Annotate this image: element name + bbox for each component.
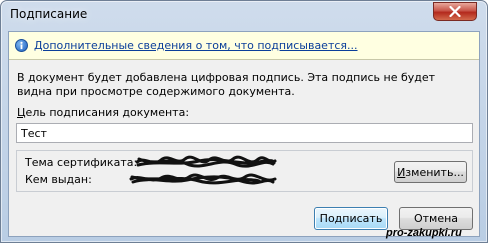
certificate-issuer-label: Кем выдан: [25, 173, 92, 186]
purpose-input[interactable] [16, 123, 473, 143]
purpose-label-text: ель подписания документа: [25, 106, 190, 119]
certificate-subject-label: Тема сертификата: [25, 156, 138, 169]
purpose-label: Цель подписания документа: [17, 106, 189, 119]
close-x-icon [449, 6, 461, 17]
purpose-label-accel: Ц [17, 106, 26, 119]
change-button-label: зменить... [405, 165, 464, 179]
close-button[interactable] [433, 2, 477, 21]
watermark-text: pro-zakupki.ru [386, 227, 462, 239]
sign-button[interactable]: Подписать [314, 207, 388, 230]
window-title: Подписание [10, 7, 88, 21]
info-icon [15, 39, 28, 52]
info-bar: Дополнительные сведения о том, что подпи… [9, 32, 479, 60]
certificate-group: Тема сертификата: Кем выдан: Изменить... [16, 150, 473, 192]
redacted-issuer-scribble [129, 173, 277, 185]
change-certificate-button[interactable]: Изменить... [394, 161, 467, 183]
more-info-link[interactable]: Дополнительные сведения о том, что подпи… [34, 39, 358, 52]
redacted-subject-scribble [135, 155, 277, 168]
signature-description: В документ будет добавлена цифровая подп… [17, 71, 436, 98]
title-bar[interactable]: Подписание [1, 1, 487, 31]
signing-dialog: Подписание Дополнительные сведения о том… [0, 0, 488, 243]
dialog-content: Дополнительные сведения о том, что подпи… [8, 31, 480, 237]
